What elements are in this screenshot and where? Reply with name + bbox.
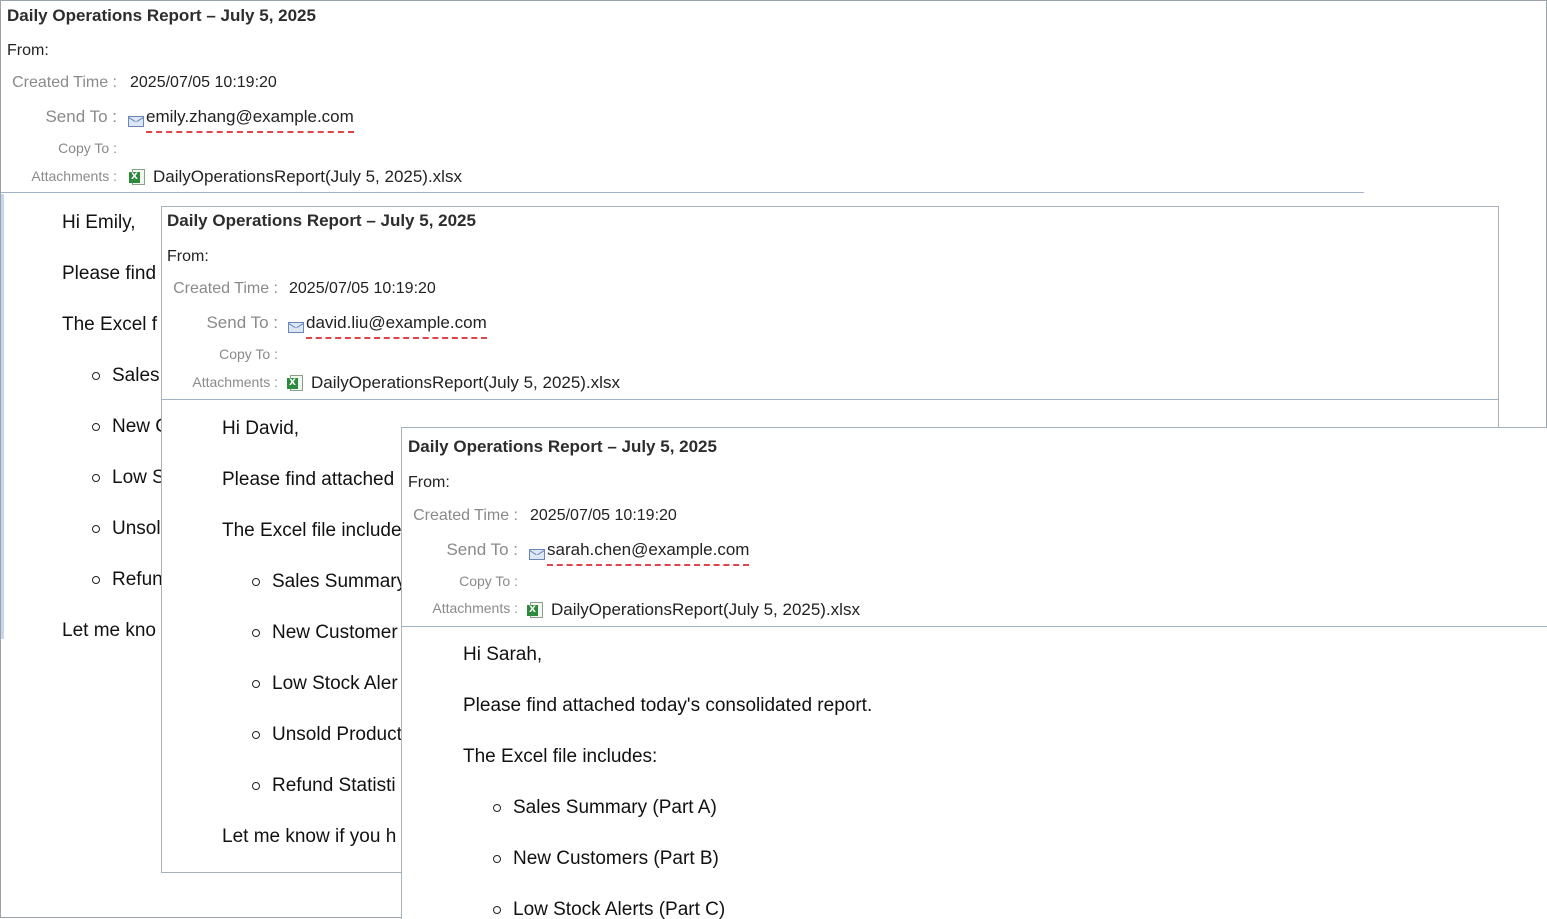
copy-to-label: Copy To : — [219, 346, 278, 362]
attachment-filename[interactable]: DailyOperationsReport(July 5, 2025).xlsx — [551, 600, 860, 620]
send-to-label: Send To : — [206, 313, 278, 332]
list-item: New Customers (Part B) — [493, 833, 1547, 884]
created-time-label: Created Time : — [12, 74, 117, 91]
attachment-file[interactable]: X DailyOperationsReport(July 5, 2025).xl… — [527, 600, 860, 620]
email-header: Daily Operations Report – July 5, 2025 F… — [402, 428, 1547, 627]
list-item: Sales Summary (Part A) — [493, 782, 1547, 833]
created-time-label: Created Time : — [413, 507, 518, 524]
send-to-label: Send To : — [45, 107, 117, 126]
recipient-address[interactable]: david.liu@example.com — [306, 313, 487, 339]
attachment-filename[interactable]: DailyOperationsReport(July 5, 2025).xlsx — [153, 167, 462, 187]
copy-to-label: Copy To : — [58, 140, 117, 156]
attachment-file[interactable]: X DailyOperationsReport(July 5, 2025).xl… — [287, 373, 620, 393]
email-header: Daily Operations Report – July 5, 2025 F… — [1, 1, 1546, 194]
recipient-address[interactable]: sarah.chen@example.com — [547, 540, 750, 566]
attachment-file[interactable]: X DailyOperationsReport(July 5, 2025).xl… — [129, 167, 462, 187]
attachments-label: Attachments : — [192, 374, 278, 390]
mail-envelope-icon — [128, 115, 144, 127]
attachment-filename[interactable]: DailyOperationsReport(July 5, 2025).xlsx — [311, 373, 620, 393]
body-line: Please find attached today's consolidate… — [463, 695, 873, 716]
email-body: Hi Sarah, Please find attached today's c… — [402, 629, 1547, 919]
send-to-label: Send To : — [446, 540, 518, 559]
body-line: The Excel file includes: — [463, 746, 658, 767]
email-subject: Daily Operations Report – July 5, 2025 — [167, 211, 476, 230]
created-time-label: Created Time : — [173, 280, 278, 297]
send-to-recipient[interactable]: david.liu@example.com — [288, 313, 487, 339]
header-divider — [402, 626, 1547, 627]
header-divider — [162, 399, 1498, 400]
recipient-address[interactable]: emily.zhang@example.com — [146, 107, 354, 133]
email-subject: Daily Operations Report – July 5, 2025 — [7, 6, 316, 25]
excel-file-icon: X — [129, 168, 146, 186]
mail-envelope-icon — [288, 321, 304, 333]
created-time-value: 2025/07/05 10:19:20 — [530, 507, 677, 524]
from-label: From: — [7, 42, 49, 59]
mail-envelope-icon — [529, 548, 545, 560]
from-label: From: — [408, 474, 450, 491]
list-item: Low Stock Alerts (Part C) — [493, 884, 1547, 919]
created-time-value: 2025/07/05 10:19:20 — [289, 280, 436, 297]
email-subject: Daily Operations Report – July 5, 2025 — [408, 437, 717, 456]
excel-file-icon: X — [287, 374, 304, 392]
send-to-recipient[interactable]: emily.zhang@example.com — [128, 107, 354, 133]
created-time-value: 2025/07/05 10:19:20 — [130, 74, 277, 91]
greeting: Hi Sarah, — [463, 644, 543, 665]
contents-list: Sales Summary (Part A) New Customers (Pa… — [463, 782, 1547, 919]
header-divider — [1, 192, 1364, 193]
attachments-label: Attachments : — [432, 600, 518, 616]
attachments-label: Attachments : — [31, 168, 117, 184]
excel-file-icon: X — [527, 601, 544, 619]
email-window-sarah: Daily Operations Report – July 5, 2025 F… — [401, 427, 1547, 919]
from-label: From: — [167, 248, 209, 265]
send-to-recipient[interactable]: sarah.chen@example.com — [529, 540, 750, 566]
email-header: Daily Operations Report – July 5, 2025 F… — [162, 207, 1498, 400]
copy-to-label: Copy To : — [459, 573, 518, 589]
